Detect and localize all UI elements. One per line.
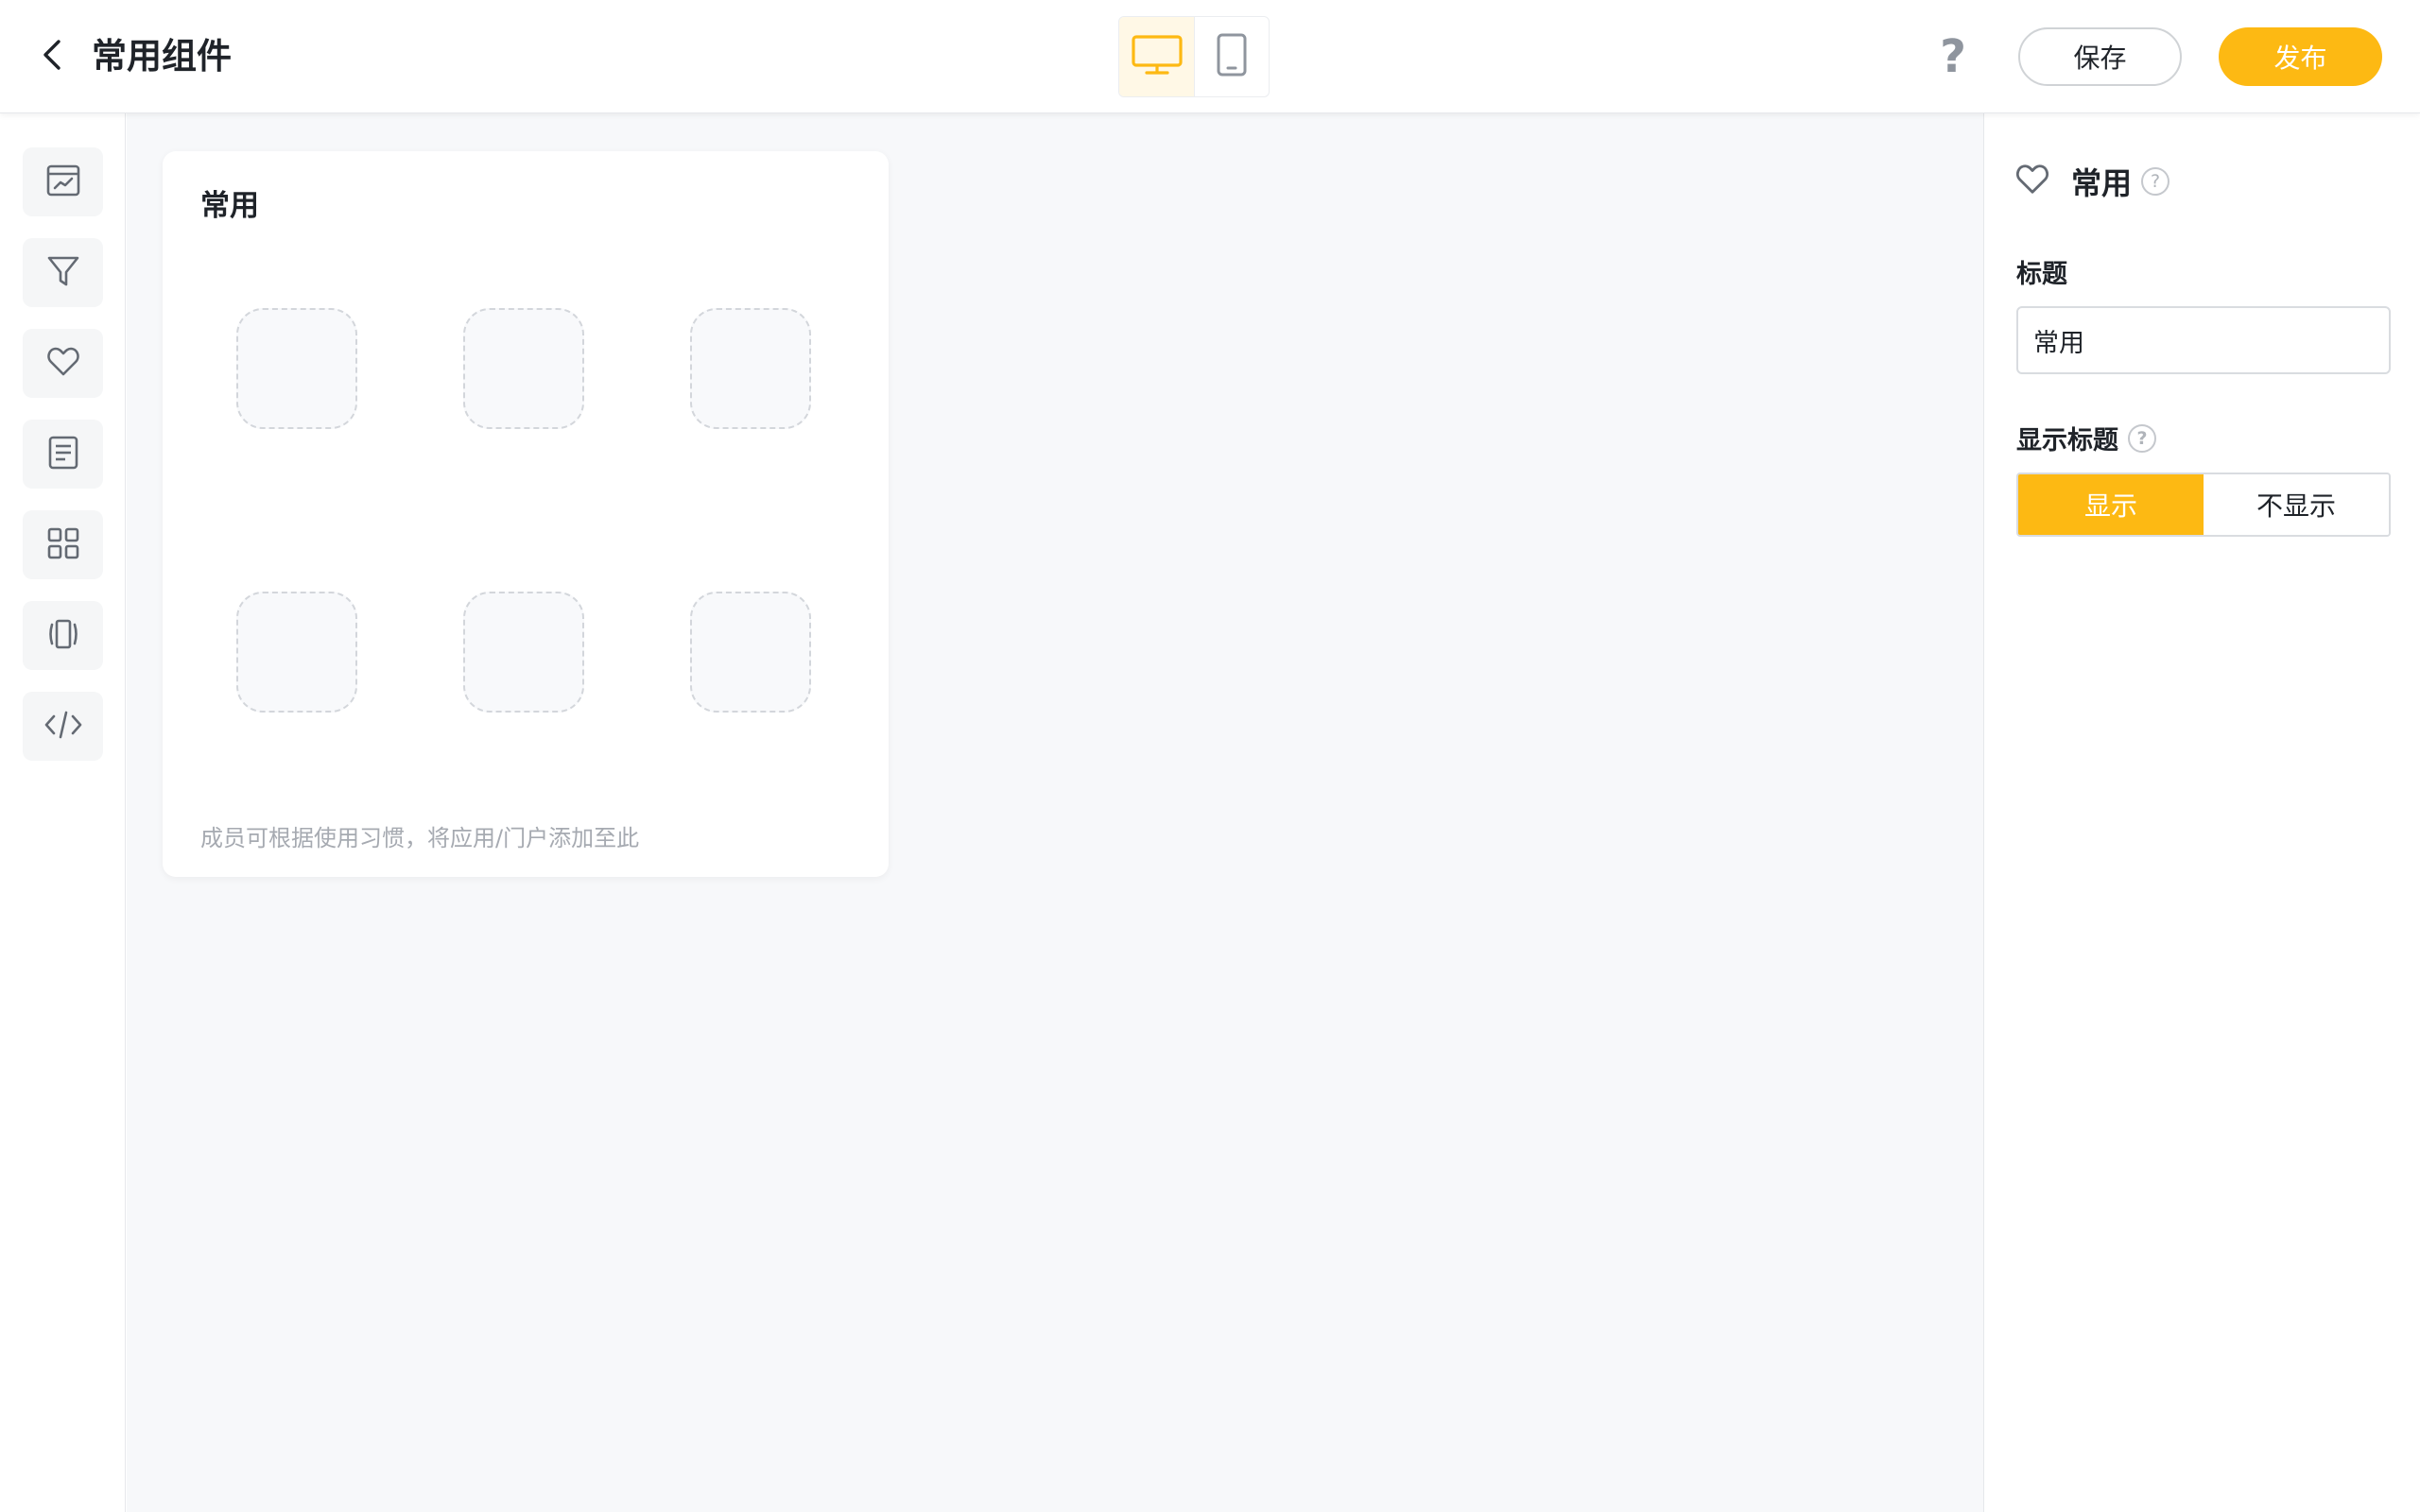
app-slot-placeholder bbox=[463, 308, 584, 429]
heart-icon bbox=[44, 343, 82, 385]
help-icon[interactable]: ? bbox=[2141, 167, 2170, 196]
app-slot-placeholder bbox=[690, 308, 811, 429]
save-button[interactable]: 保存 bbox=[2018, 27, 2182, 86]
show-title-option-hide[interactable]: 不显示 bbox=[2204, 474, 2389, 535]
monitor-icon bbox=[1131, 34, 1184, 79]
toolbar-item-embed[interactable] bbox=[23, 692, 103, 761]
help-icon[interactable]: ? bbox=[1932, 30, 1974, 83]
toolbar-item-favorite[interactable] bbox=[23, 329, 103, 398]
back-button[interactable] bbox=[32, 36, 74, 77]
app-slot-placeholder bbox=[236, 592, 357, 713]
page-title: 常用组件 bbox=[92, 36, 232, 77]
component-toolbar bbox=[0, 113, 126, 1512]
help-icon[interactable]: ? bbox=[2128, 423, 2156, 453]
filter-icon bbox=[44, 252, 82, 294]
carousel-icon bbox=[44, 615, 82, 657]
show-title-option-show[interactable]: 显示 bbox=[2018, 474, 2204, 535]
title-input[interactable] bbox=[2016, 306, 2391, 374]
app-slot-placeholder bbox=[690, 592, 811, 713]
panel-header: 常用 ? bbox=[2014, 159, 2170, 204]
app-slot-placeholder bbox=[236, 308, 357, 429]
toolbar-item-apps[interactable] bbox=[23, 510, 103, 579]
toolbar-item-filter[interactable] bbox=[23, 238, 103, 307]
publish-button[interactable]: 发布 bbox=[2219, 27, 2382, 86]
grid-icon bbox=[44, 524, 82, 566]
toolbar-item-chart[interactable] bbox=[23, 147, 103, 216]
heart-icon bbox=[2014, 162, 2050, 201]
chevron-left-icon bbox=[40, 38, 66, 76]
device-switch bbox=[1118, 16, 1270, 97]
panel-title: 常用 bbox=[2071, 165, 2133, 201]
title-field-label-text: 标题 bbox=[2016, 260, 2067, 289]
properties-panel: 常用 ? 标题 显示标题 ? 显示 不显示 bbox=[1983, 113, 2420, 1512]
toolbar-item-carousel[interactable] bbox=[23, 601, 103, 670]
app-slot-placeholder bbox=[463, 592, 584, 713]
desktop-view-button[interactable] bbox=[1119, 17, 1194, 96]
code-icon bbox=[43, 706, 84, 747]
widget-hint-text: 成员可根据使用习惯，将应用/门户添加至此 bbox=[200, 825, 640, 851]
title-field-label: 标题 bbox=[2016, 253, 2067, 290]
toolbar-item-document[interactable] bbox=[23, 420, 103, 489]
document-icon bbox=[44, 434, 82, 475]
favorites-widget[interactable]: 常用 成员可根据使用习惯，将应用/门户添加至此 bbox=[163, 151, 889, 877]
widget-title: 常用 bbox=[200, 189, 259, 223]
mobile-view-button[interactable] bbox=[1194, 17, 1269, 96]
editor-canvas: 常用 成员可根据使用习惯，将应用/门户添加至此 bbox=[127, 113, 1983, 1512]
show-title-toggle: 显示 不显示 bbox=[2016, 472, 2391, 537]
show-title-label-text: 显示标题 bbox=[2016, 426, 2118, 455]
show-title-label: 显示标题 ? bbox=[2016, 420, 2156, 456]
phone-icon bbox=[1215, 32, 1249, 81]
chart-card-icon bbox=[44, 162, 82, 203]
top-header: 常用组件 ? 保存 发布 bbox=[0, 0, 2420, 113]
